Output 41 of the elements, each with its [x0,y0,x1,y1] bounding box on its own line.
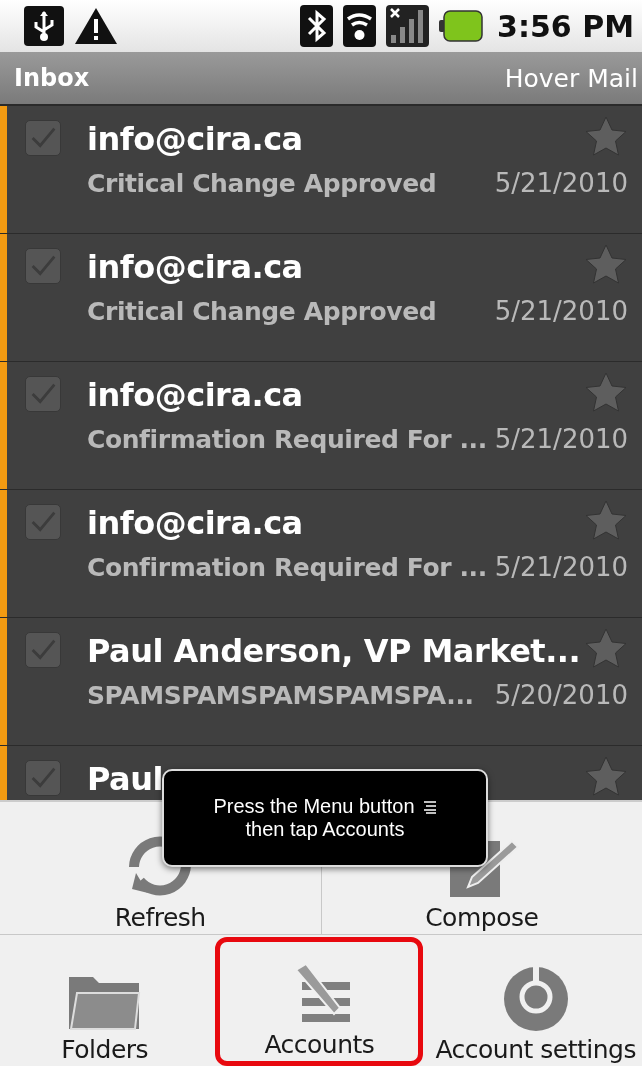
signal-icon [386,5,430,47]
menu-item[interactable]: Accounts [215,936,424,1066]
star-icon[interactable] [584,243,628,285]
message-date: 5/20/2010 [494,680,628,710]
sender-name: info@cira.ca [87,248,303,286]
sender-name: info@cira.ca [87,504,303,542]
star-icon[interactable] [584,499,628,541]
message-date: 5/21/2010 [494,168,628,198]
message-subject: SPAMSPAMSPAMSPAMSPA... [87,681,474,710]
message-subject: Confirmation Required For ... [87,425,487,454]
sender-name: info@cira.ca [87,120,303,158]
wifi-icon [343,5,377,47]
sender-name: Paul Anderson, VP Market... [87,632,581,670]
checkbox[interactable] [25,248,61,284]
checkbox[interactable] [25,120,61,156]
checkbox[interactable] [25,760,61,796]
message-subject: Confirmation Required For ... [87,553,487,582]
inbox-title: Inbox [14,64,90,92]
star-icon[interactable] [584,627,628,669]
star-icon[interactable] [584,371,628,413]
menu-item[interactable]: Account settings [429,934,642,1066]
bluetooth-icon [300,5,334,47]
message-subject: Critical Change Approved [87,297,437,326]
usb-icon [24,6,64,46]
checkbox[interactable] [25,376,61,412]
checkbox[interactable] [25,504,61,540]
star-icon[interactable] [584,755,628,797]
sender-name: info@cira.ca [87,376,303,414]
message-date: 5/21/2010 [494,296,628,326]
menu-icon [422,799,437,814]
warning-icon [74,6,118,46]
star-icon[interactable] [584,115,628,157]
message-date: 5/21/2010 [494,552,629,582]
checkbox[interactable] [25,632,61,668]
message-date: 5/21/2010 [494,424,629,454]
sender-name: Paul [87,760,163,798]
menu-item[interactable]: Folders [0,934,210,1066]
message-subject: Critical Change Approved [87,169,437,198]
status-time: 3:56 PM [497,8,634,44]
battery-icon [439,10,484,42]
account-name: Hover Mail [504,63,638,93]
